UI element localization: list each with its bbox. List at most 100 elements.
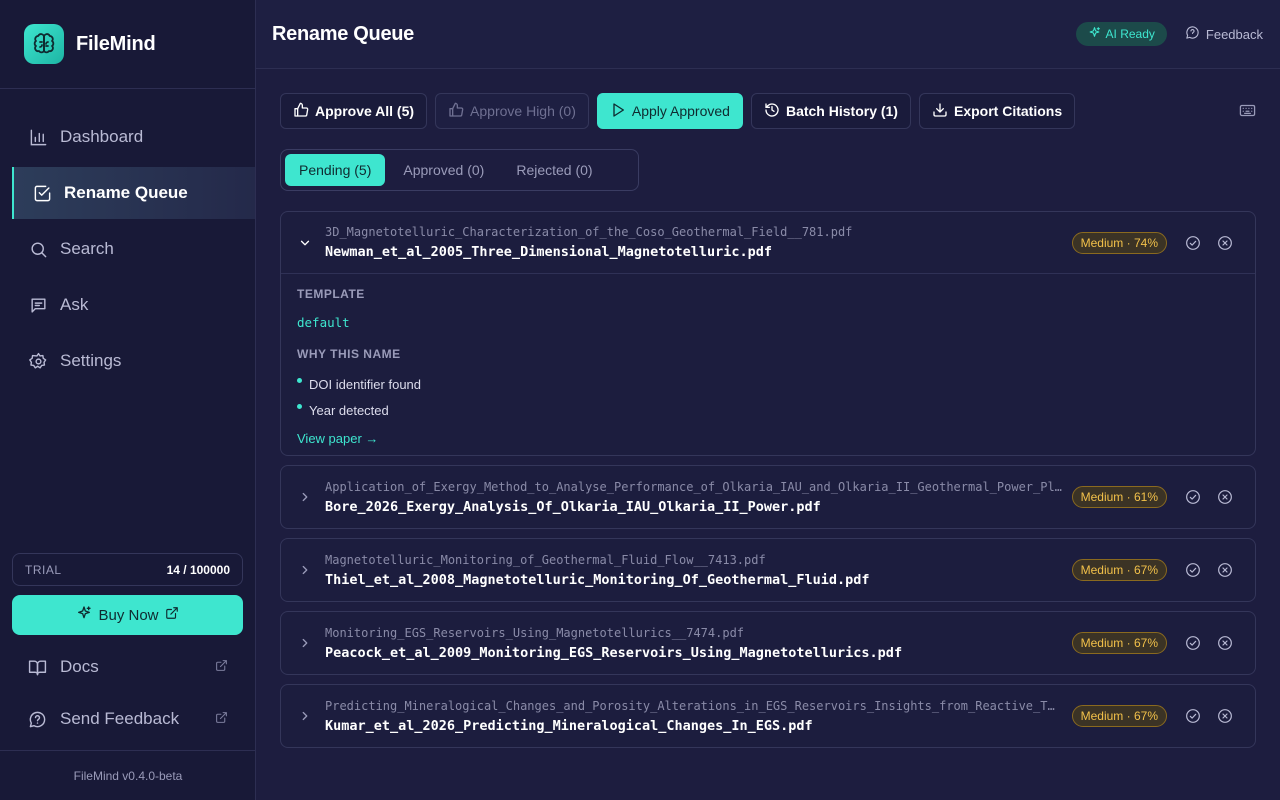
reject-icon[interactable] xyxy=(1217,708,1233,724)
proposed-filename: Thiel_et_al_2008_Magnetotelluric_Monitor… xyxy=(325,571,870,588)
reject-icon[interactable] xyxy=(1217,235,1233,251)
sparkle-icon xyxy=(70,605,98,625)
export-citations-button[interactable]: Export Citations xyxy=(918,93,1076,129)
approve-icon[interactable] xyxy=(1185,489,1201,505)
thumbs-up-icon xyxy=(448,102,464,121)
queue-item-header[interactable]: 3D_Magnetotelluric_Characterization_of_t… xyxy=(281,212,1255,274)
sidebar-item-ask[interactable]: Ask xyxy=(0,279,255,331)
original-filename: Magnetotelluric_Monitoring_of_Geothermal… xyxy=(325,552,766,567)
header-actions: AI Ready Feedback xyxy=(1075,22,1263,46)
confidence-badge: Medium · 74% xyxy=(1071,232,1167,254)
chevron-down-icon[interactable] xyxy=(297,235,313,251)
batch-history-label: Batch History (1) xyxy=(785,103,898,119)
help-chat-icon xyxy=(1185,25,1200,43)
reject-icon[interactable] xyxy=(1217,562,1233,578)
tab-rejected[interactable]: Rejected (0) xyxy=(502,154,606,186)
queue-item: Predicting_Mineralogical_Changes_and_Por… xyxy=(280,684,1256,748)
buy-now-button[interactable]: Buy Now xyxy=(12,595,243,635)
queue-item-header[interactable]: Monitoring_EGS_Reservoirs_Using_Magnetot… xyxy=(281,612,1255,674)
why-this-name-label: WHY THIS NAME xyxy=(297,347,401,361)
approve-icon[interactable] xyxy=(1185,235,1201,251)
approve-icon[interactable] xyxy=(1185,708,1201,724)
tab-approved[interactable]: Approved (0) xyxy=(389,154,498,186)
feedback-label: Feedback xyxy=(1205,26,1263,42)
queue-tabs: Pending (5) Approved (0) Rejected (0) xyxy=(280,149,639,191)
brain-icon xyxy=(24,24,64,64)
sidebar-item-search[interactable]: Search xyxy=(0,223,255,275)
apply-approved-button[interactable]: Apply Approved xyxy=(596,93,743,129)
original-filename: Predicting_Mineralogical_Changes_and_Por… xyxy=(325,698,1055,713)
chat-icon xyxy=(28,295,48,315)
approve-high-button[interactable]: Approve High (0) xyxy=(435,93,589,129)
sidebar-item-settings[interactable]: Settings xyxy=(0,335,255,387)
reject-icon[interactable] xyxy=(1217,635,1233,651)
ai-status-label: AI Ready xyxy=(1105,27,1155,41)
feedback-button[interactable]: Feedback xyxy=(1185,25,1263,43)
queue-item: 3D_Magnetotelluric_Characterization_of_t… xyxy=(280,211,1256,456)
confidence-badge: Medium · 67% xyxy=(1071,559,1167,581)
queue-item-details: TEMPLATE default WHY THIS NAME DOI ident… xyxy=(281,274,1255,455)
sidebar-item-dashboard[interactable]: Dashboard xyxy=(0,111,255,163)
queue-item-header[interactable]: Predicting_Mineralogical_Changes_and_Por… xyxy=(281,685,1255,747)
main-content: Rename Queue AI Ready Feedback Approve A… xyxy=(256,0,1280,800)
queue-toolbar: Approve All (5) Approve High (0) Apply A… xyxy=(280,93,1076,129)
file-names: Predicting_Mineralogical_Changes_and_Por… xyxy=(325,699,1065,734)
keyboard-shortcuts-icon[interactable] xyxy=(1239,102,1256,124)
file-names: Application_of_Exergy_Method_to_Analyse_… xyxy=(325,480,1065,515)
chevron-right-icon[interactable] xyxy=(297,635,313,651)
original-filename: 3D_Magnetotelluric_Characterization_of_t… xyxy=(325,225,853,239)
tab-pending[interactable]: Pending (5) xyxy=(285,154,386,186)
template-value: default xyxy=(297,315,350,330)
search-icon xyxy=(28,239,48,259)
chevron-right-icon[interactable] xyxy=(297,562,313,578)
proposed-filename: Kumar_et_al_2026_Predicting_Mineralogica… xyxy=(325,717,813,734)
queue-item-header[interactable]: Magnetotelluric_Monitoring_of_Geothermal… xyxy=(281,539,1255,601)
app-version: FileMind v0.4.0-beta xyxy=(0,750,256,800)
approve-all-label: Approve All (5) xyxy=(315,103,415,119)
download-icon xyxy=(932,102,948,121)
batch-history-button[interactable]: Batch History (1) xyxy=(750,93,911,129)
docs-link[interactable]: Docs xyxy=(28,652,228,682)
gear-icon xyxy=(28,351,48,371)
chevron-right-icon[interactable] xyxy=(297,708,313,724)
reason-text: Year detected xyxy=(309,402,389,418)
confidence-badge: Medium · 61% xyxy=(1071,486,1167,508)
sparkle-icon xyxy=(1088,26,1101,42)
history-icon xyxy=(764,102,780,121)
file-names: 3D_Magnetotelluric_Characterization_of_t… xyxy=(325,225,1065,260)
queue-list: 3D_Magnetotelluric_Characterization_of_t… xyxy=(280,211,1256,757)
bullet-icon xyxy=(297,377,302,383)
page-title: Rename Queue xyxy=(272,22,415,45)
help-chat-icon xyxy=(28,710,48,729)
queue-item: Application_of_Exergy_Method_to_Analyse_… xyxy=(280,465,1256,529)
view-paper-link[interactable]: View paper → xyxy=(297,431,378,446)
page-header: Rename Queue AI Ready Feedback xyxy=(256,0,1280,69)
approve-high-label: Approve High (0) xyxy=(470,103,576,119)
docs-label: Docs xyxy=(60,657,99,676)
sidebar-item-rename-queue[interactable]: Rename Queue xyxy=(12,167,255,219)
reject-icon[interactable] xyxy=(1217,489,1233,505)
list-item: Year detected xyxy=(297,397,1239,423)
chevron-right-icon[interactable] xyxy=(297,489,313,505)
approve-all-button[interactable]: Approve All (5) xyxy=(280,93,428,129)
sidebar-item-label: Rename Queue xyxy=(64,183,188,202)
brand: FileMind xyxy=(0,0,255,89)
proposed-filename: Newman_et_al_2005_Three_Dimensional_Magn… xyxy=(325,244,773,260)
checkbox-icon xyxy=(32,183,52,203)
confidence-badge: Medium · 67% xyxy=(1071,632,1167,654)
approve-icon[interactable] xyxy=(1185,635,1201,651)
thumbs-up-icon xyxy=(293,102,309,121)
buy-now-label: Buy Now xyxy=(98,606,159,624)
reason-text: DOI identifier found xyxy=(309,376,422,392)
app-name: FileMind xyxy=(76,32,156,55)
book-icon xyxy=(28,658,48,677)
approve-icon[interactable] xyxy=(1185,562,1201,578)
trial-count: 14 / 100000 xyxy=(166,562,230,577)
sidebar-item-label: Settings xyxy=(60,351,122,370)
queue-item-header[interactable]: Application_of_Exergy_Method_to_Analyse_… xyxy=(281,466,1255,528)
reason-list: DOI identifier found Year detected xyxy=(297,371,1239,423)
send-feedback-link[interactable]: Send Feedback xyxy=(28,704,228,734)
chart-icon xyxy=(28,127,48,147)
export-citations-label: Export Citations xyxy=(953,103,1063,119)
trial-usage: TRIAL 14 / 100000 xyxy=(12,553,243,586)
